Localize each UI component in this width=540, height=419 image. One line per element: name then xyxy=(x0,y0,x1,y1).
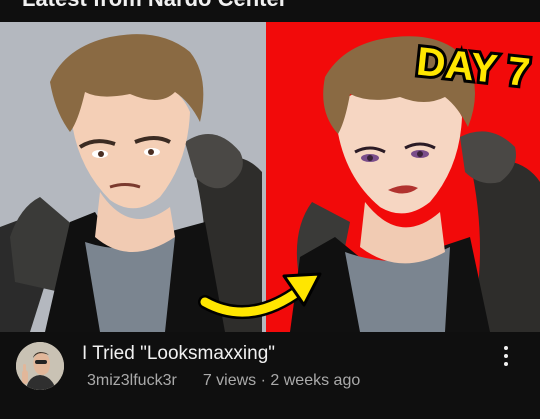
menu-dot xyxy=(504,346,508,350)
channel-avatar[interactable] xyxy=(16,342,64,390)
menu-dot xyxy=(504,362,508,366)
video-details: I Tried "Looksmaxxing" 3miz3lfuck3r 7 vie… xyxy=(0,332,540,419)
section-title: Latest from Nardo Center xyxy=(22,0,287,12)
upload-age: 2 weeks ago xyxy=(270,372,361,389)
channel-name[interactable]: 3miz3lfuck3r xyxy=(87,372,177,390)
metadata-separator: · xyxy=(260,372,266,389)
video-metadata: 3miz3lfuck3r 7 views · 2 weeks ago xyxy=(87,372,360,390)
view-count: 7 views xyxy=(202,372,257,389)
menu-dot xyxy=(504,354,508,358)
video-title[interactable]: I Tried "Looksmaxxing" xyxy=(82,343,275,365)
video-thumbnail[interactable]: DAY 7 DAY 7 xyxy=(0,22,540,332)
more-vert-icon[interactable] xyxy=(496,344,516,368)
